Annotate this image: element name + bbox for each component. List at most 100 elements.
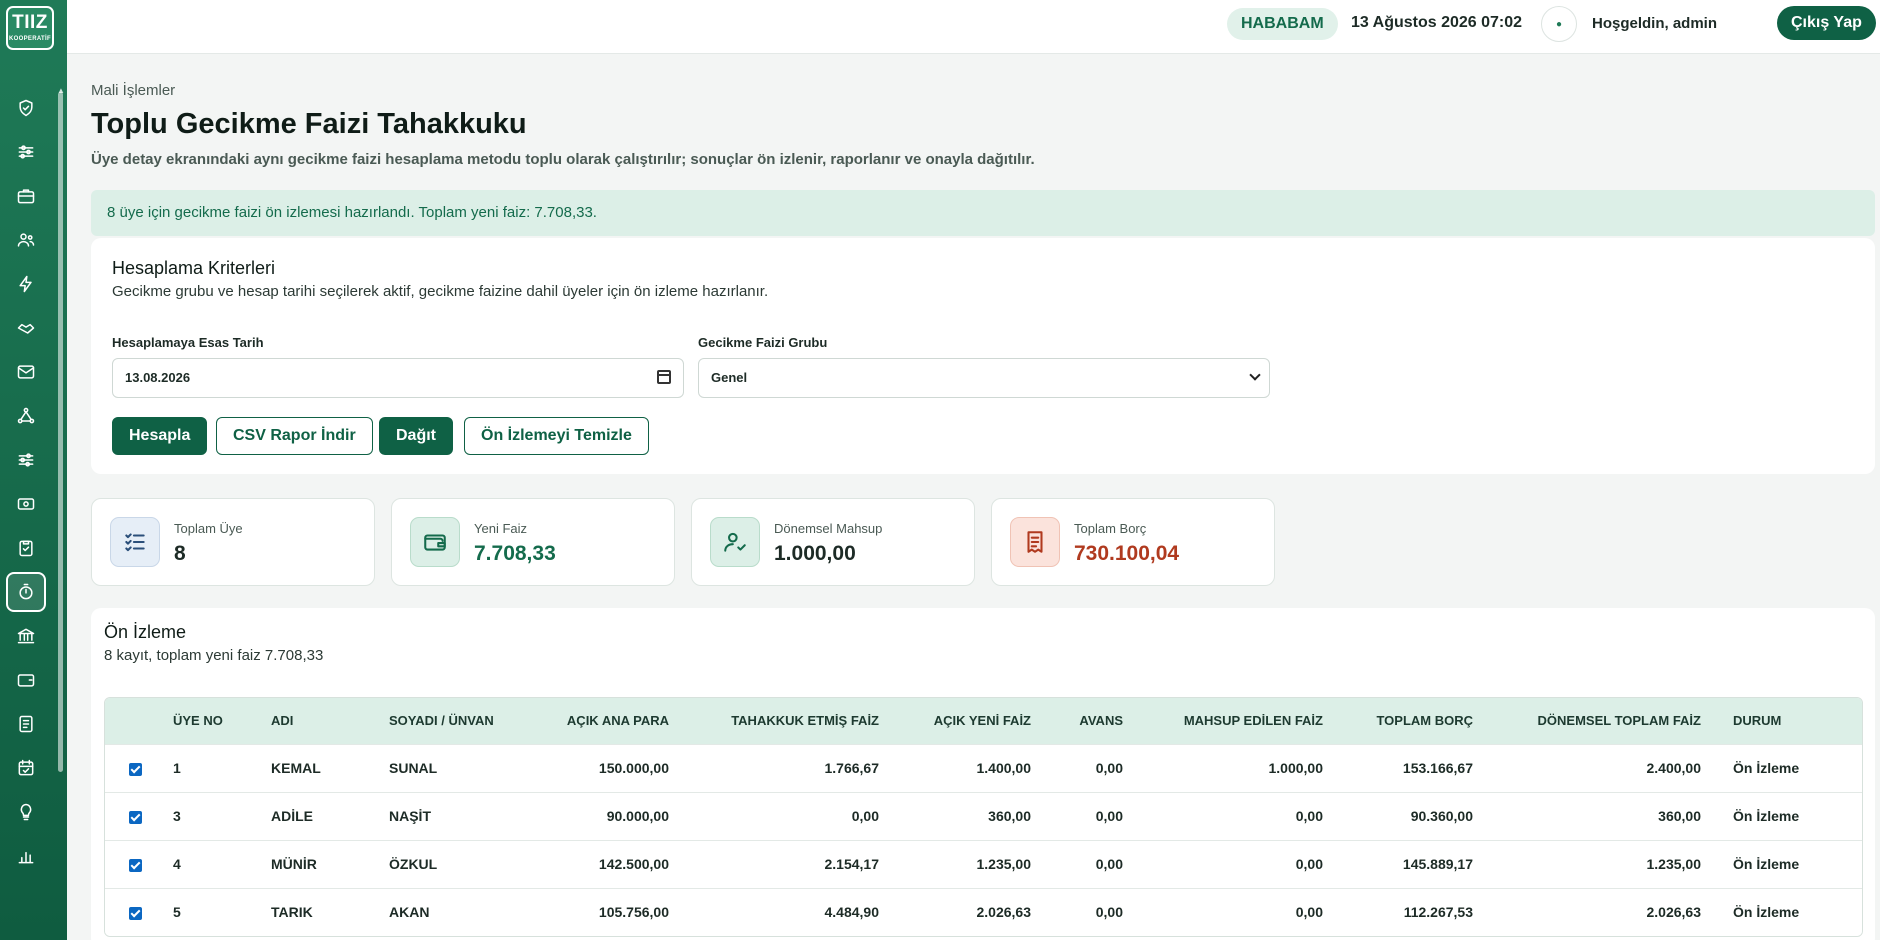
sidebar-item-quick[interactable] [6,264,46,304]
table-cell: ADİLE [263,791,381,840]
document-icon [19,715,33,733]
sidebar-scrollbar[interactable] [58,92,63,772]
sidebar-item-late-interest[interactable] [6,572,46,612]
breadcrumb[interactable]: Mali İşlemler [91,82,175,99]
sidebar-item-messages[interactable] [6,352,46,392]
status-dot-icon[interactable]: ● [1541,6,1577,42]
table-cell: 0,00 [1039,743,1131,792]
column-header[interactable]: ÜYE NO [165,698,263,744]
preview-title: Ön İzleme [104,622,187,642]
group-select[interactable]: Genel [698,358,1270,398]
column-header[interactable]: AÇIK YENİ FAİZ [887,698,1039,744]
table-cell: MÜNİR [263,839,381,888]
table-cell: 2.026,63 [1481,887,1709,936]
current-datetime: 13 Ağustos 2026 07:02 [1351,14,1523,31]
criteria-card: Hesaplama Kriterleri Gecikme grubu ve he… [91,238,1875,474]
table-cell: 4 [165,839,263,888]
checklist-icon [110,517,160,567]
row-select-cell [105,887,165,936]
table-cell: 2.026,63 [887,887,1039,936]
column-header[interactable]: DÖNEMSEL TOPLAM FAİZ [1481,698,1709,744]
table-row[interactable]: 4 MÜNİR ÖZKUL 142.500,00 2.154,17 1.235,00 0,0… [105,839,1862,888]
cooperative-badge[interactable]: HABABAM [1227,8,1338,40]
stat-value: 1.000,00 [774,542,856,565]
table-cell: 1.000,00 [1131,743,1331,792]
sidebar-item-settings[interactable] [6,132,46,172]
sidebar-item-handshake[interactable] [6,308,46,348]
table-cell: 4.484,90 [677,887,887,936]
bar-chart-icon [18,851,34,864]
date-input[interactable]: 13.08.2026 [112,358,684,398]
clipboard-check-icon [19,540,33,557]
lightning-icon [19,275,32,293]
criteria-title: Hesaplama Kriterleri [112,258,276,278]
column-header[interactable]: DURUM [1709,698,1862,744]
handshake-icon [17,323,35,334]
sidebar-item-tasks[interactable] [6,528,46,568]
sidebar-item-network[interactable] [6,396,46,436]
table-row[interactable]: 1 KEMAL SUNAL 150.000,00 1.766,67 1.400,00 0,0… [105,743,1862,792]
user-check-icon [710,517,760,567]
column-header[interactable]: ADI [263,698,381,744]
stat-label: Toplam Üye [174,521,243,536]
calculate-button[interactable]: Hesapla [112,417,208,455]
table-cell: 360,00 [887,791,1039,840]
table-row[interactable]: 3 ADİLE NAŞİT 90.000,00 0,00 360,00 0,00 0,00 90… [105,791,1862,840]
table-cell: 2.154,17 [677,839,887,888]
column-header[interactable]: TAHAKKUK ETMİŞ FAİZ [677,698,887,744]
table-cell: TARIK [263,887,381,936]
sidebar-item-filters[interactable] [6,440,46,480]
clear-preview-button[interactable]: Ön İzlemeyi Temizle [464,417,649,455]
table-cell: SUNAL [381,743,531,792]
logo-subtext: KOOPERATİF [9,36,51,42]
page-title: Toplu Gecikme Faizi Tahakkuku [91,108,527,140]
sliders-icon [18,145,34,159]
row-checkbox[interactable] [128,762,142,776]
table-cell: KEMAL [263,743,381,792]
brand-logo[interactable]: TIIZ KOOPERATİF [6,6,54,50]
csv-report-button[interactable]: CSV Rapor İndir [216,417,373,455]
row-checkbox[interactable] [128,810,142,824]
sidebar-item-security[interactable] [6,88,46,128]
logout-button[interactable]: Çıkış Yap [1777,6,1876,40]
distribute-button[interactable]: Dağıt [379,417,453,455]
sidebar-item-charts[interactable] [6,836,46,876]
calendar-icon[interactable] [657,370,671,384]
row-checkbox[interactable] [128,858,142,872]
table-cell: 90.360,00 [1331,791,1481,840]
logo-text: TIIZ [12,12,48,33]
sidebar-item-calendar[interactable] [6,748,46,788]
column-header[interactable]: AVANS [1039,698,1131,744]
group-label: Gecikme Faizi Grubu [698,335,828,350]
sidebar-item-cash[interactable] [6,484,46,524]
column-header [105,698,165,744]
table-cell: 0,00 [1131,791,1331,840]
table-cell: 145.889,17 [1331,839,1481,888]
table-cell: 0,00 [1131,887,1331,936]
sidebar-item-ideas[interactable] [6,792,46,832]
sidebar-item-bank[interactable] [6,616,46,656]
column-header[interactable]: TOPLAM BORÇ [1331,698,1481,744]
wallet-icon [17,674,35,687]
table-cell: Ön İzleme [1709,839,1862,888]
table-cell: 0,00 [1039,887,1131,936]
sidebar-item-wallet[interactable] [6,660,46,700]
column-header[interactable]: AÇIK ANA PARA [531,698,677,744]
stat-new-interest: Yeni Faiz 7.708,33 [391,498,675,586]
table-row[interactable]: 5 TARIK AKAN 105.756,00 4.484,90 2.026,63 0,00… [105,887,1862,936]
table-cell: 1.235,00 [1481,839,1709,888]
sidebar-item-portfolio[interactable] [6,176,46,216]
table-cell: Ön İzleme [1709,791,1862,840]
stat-value: 730.100,04 [1074,542,1180,565]
stat-periodic-offset: Dönemsel Mahsup 1.000,00 [691,498,975,586]
table-cell: 0,00 [1039,791,1131,840]
column-header[interactable]: SOYADI / ÜNVAN [381,698,531,744]
column-header[interactable]: MAHSUP EDİLEN FAİZ [1131,698,1331,744]
date-value: 13.08.2026 [125,370,191,385]
sidebar-item-reports[interactable] [6,704,46,744]
welcome-text: Hoşgeldin, admin [1592,15,1718,32]
success-alert: 8 üye için gecikme faizi ön izlemesi haz… [91,190,1875,236]
row-checkbox[interactable] [128,907,142,921]
table-cell: Ön İzleme [1709,887,1862,936]
sidebar-item-members[interactable] [6,220,46,260]
